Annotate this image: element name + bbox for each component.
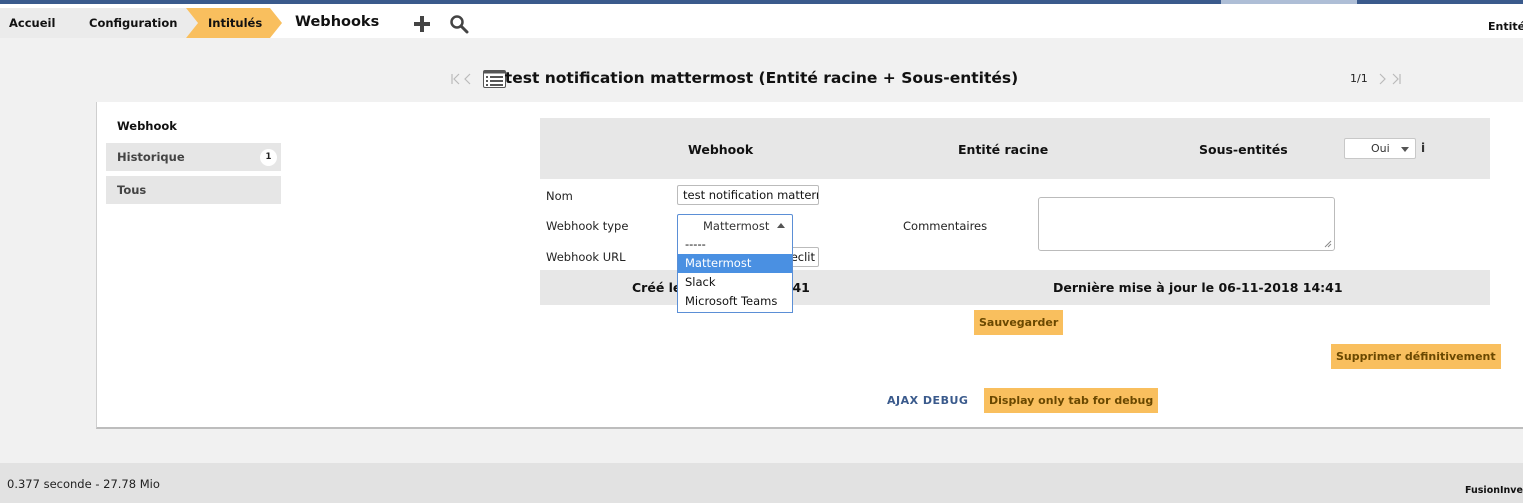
- breadcrumb-configuration-label[interactable]: Configuration: [89, 8, 177, 38]
- comments-label: Commentaires: [903, 219, 988, 233]
- updated-date: Dernière mise à jour le 06-11-2018 14:41: [1053, 280, 1343, 295]
- plus-icon[interactable]: [412, 14, 432, 34]
- breadcrumb-home-label[interactable]: Accueil: [9, 8, 55, 38]
- item-title: test notification mattermost (Entité rac…: [504, 69, 1019, 87]
- footer: 0.377 seconde - 27.78 Mio FusionInver: [0, 463, 1523, 503]
- breadcrumb-intitules[interactable]: Intitulés: [186, 8, 286, 38]
- subentities-select[interactable]: Oui: [1344, 138, 1416, 159]
- entity-selector[interactable]: Entité: [1488, 20, 1523, 33]
- form-header-subentities: Sous-entités: [1199, 142, 1288, 157]
- dropdown-option-microsoft-teams[interactable]: Microsoft Teams: [678, 292, 792, 311]
- tab-historique[interactable]: Historique 1: [106, 143, 281, 171]
- form-header-entity: Entité racine: [958, 142, 1049, 157]
- next-item-icon[interactable]: [1378, 73, 1387, 85]
- tab-webhook[interactable]: Webhook: [106, 112, 281, 140]
- webhook-type-dropdown: ----- Mattermost Slack Microsoft Teams: [677, 235, 793, 313]
- webhook-type-label: Webhook type: [546, 219, 629, 233]
- ajax-debug-link[interactable]: AJAX DEBUG: [887, 394, 968, 407]
- chevron-up-icon: [777, 223, 785, 228]
- resize-handle-icon[interactable]: [1324, 240, 1332, 248]
- tab-tous[interactable]: Tous: [106, 176, 281, 204]
- search-icon[interactable]: [449, 14, 469, 34]
- pager-count: 1/1: [1350, 72, 1368, 85]
- last-item-icon[interactable]: [1391, 73, 1401, 85]
- delete-permanently-button[interactable]: Supprimer définitivement: [1331, 344, 1501, 369]
- breadcrumb-intitules-label[interactable]: Intitulés: [208, 8, 262, 38]
- name-input[interactable]: test notification matterm: [677, 185, 819, 205]
- subentities-select-value: Oui: [1371, 142, 1390, 155]
- page-title[interactable]: Webhooks: [295, 14, 379, 30]
- tab-tous-label: Tous: [117, 183, 147, 197]
- footer-brand-link[interactable]: FusionInver: [1465, 485, 1523, 496]
- tab-webhook-label: Webhook: [117, 119, 177, 133]
- footer-timing: 0.377 seconde - 27.78 Mio: [7, 477, 160, 491]
- form-header-webhook: Webhook: [688, 142, 754, 157]
- dropdown-option-slack[interactable]: Slack: [678, 273, 792, 292]
- save-button[interactable]: Sauvegarder: [974, 310, 1064, 335]
- debug-tab-button[interactable]: Display only tab for debug: [984, 388, 1159, 413]
- webhook-url-label: Webhook URL: [546, 250, 626, 264]
- name-label: Nom: [546, 189, 573, 203]
- breadcrumb-configuration[interactable]: Configuration: [64, 8, 200, 38]
- webhook-type-select[interactable]: Mattermost: [677, 214, 793, 236]
- count-badge: 1: [260, 149, 277, 166]
- comments-textarea[interactable]: [1038, 197, 1335, 251]
- header: Accueil Configuration Intitulés Webhooks…: [0, 4, 1523, 38]
- dropdown-option-empty[interactable]: -----: [678, 235, 792, 254]
- tab-historique-label: Historique: [117, 150, 185, 164]
- info-icon[interactable]: i: [1421, 141, 1425, 155]
- webhook-type-select-value: Mattermost: [703, 219, 770, 233]
- dropdown-option-mattermost[interactable]: Mattermost: [678, 254, 792, 273]
- chevron-down-icon: [1401, 147, 1409, 152]
